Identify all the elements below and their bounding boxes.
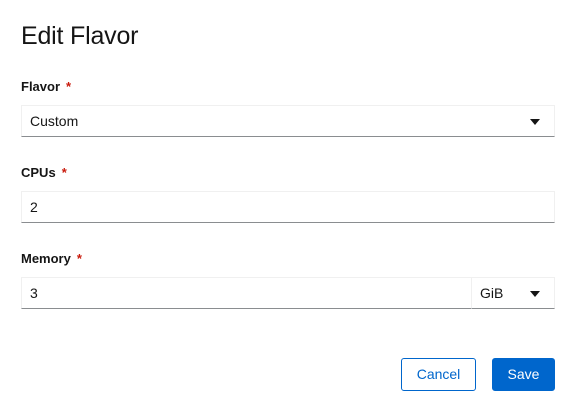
- cancel-button[interactable]: Cancel: [401, 358, 476, 391]
- cpus-input-value: 2: [30, 199, 38, 215]
- required-marker: *: [76, 251, 82, 266]
- flavor-select-value: Custom: [30, 113, 79, 129]
- cpus-label: CPUs *: [21, 164, 67, 182]
- memory-unit-value: GiB: [480, 285, 504, 301]
- memory-input-value: 3: [30, 285, 38, 301]
- caret-down-icon: [530, 119, 540, 125]
- save-button[interactable]: Save: [492, 358, 555, 391]
- modal-title: Edit Flavor: [21, 22, 139, 50]
- flavor-select[interactable]: Custom: [21, 105, 555, 137]
- memory-label-text: Memory: [21, 251, 71, 266]
- memory-label: Memory *: [21, 250, 82, 268]
- memory-unit-select[interactable]: GiB: [471, 277, 555, 309]
- edit-flavor-modal: Edit Flavor Flavor * Custom CPUs * 2 Memor…: [0, 0, 576, 409]
- caret-down-icon: [530, 291, 540, 297]
- flavor-label-text: Flavor: [21, 79, 61, 94]
- cpus-input[interactable]: 2: [21, 191, 555, 223]
- required-marker: *: [61, 165, 67, 180]
- required-marker: *: [66, 79, 72, 94]
- flavor-label: Flavor *: [21, 78, 71, 96]
- memory-input[interactable]: 3: [21, 277, 472, 309]
- cpus-label-text: CPUs: [21, 165, 56, 180]
